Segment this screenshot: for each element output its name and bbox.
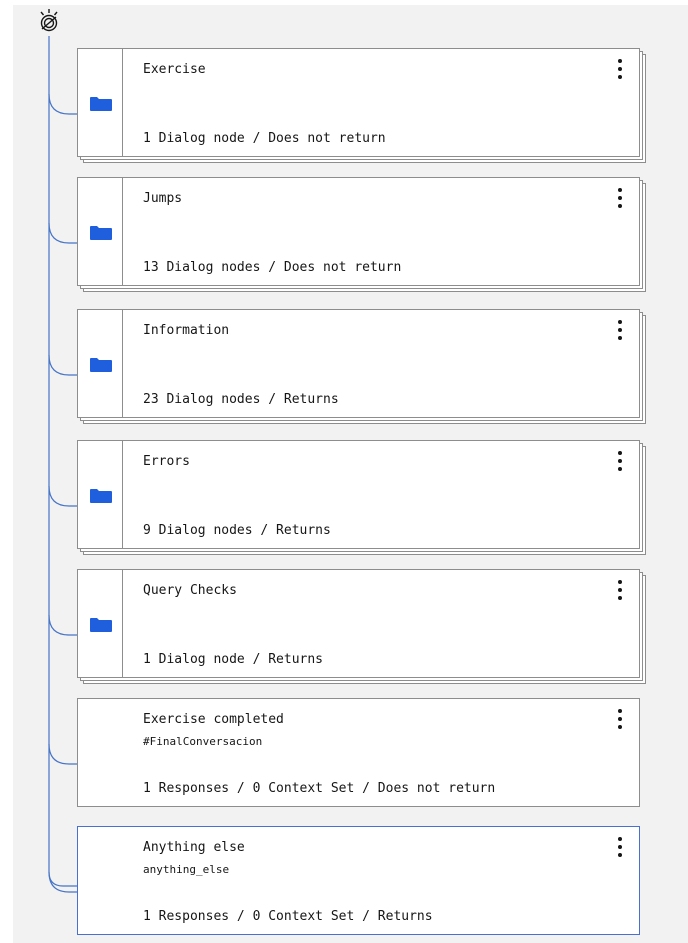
folder-node[interactable]: Query Checks 1 Dialog node / Returns [77,569,646,684]
node-card[interactable]: Errors 9 Dialog nodes / Returns [77,440,640,549]
folder-icon-column [78,570,123,677]
overflow-menu-icon[interactable] [615,188,625,210]
folder-icon[interactable] [90,97,112,111]
node-summary: 9 Dialog nodes / Returns [143,523,331,538]
node-card[interactable]: Exercise 1 Dialog node / Does not return [77,48,640,157]
node-card[interactable]: Jumps 13 Dialog nodes / Does not return [77,177,640,286]
folder-icon[interactable] [90,358,112,372]
menu-dot [618,67,622,71]
menu-dot [618,596,622,600]
node-summary: 1 Dialog node / Does not return [143,131,386,146]
menu-dot [618,320,622,324]
node-title: Errors [143,454,190,469]
node-card[interactable]: Exercise completed #FinalConversacion 1 Re… [77,698,640,807]
overflow-menu-icon[interactable] [615,709,625,731]
overflow-menu-icon[interactable] [615,59,625,81]
folder-icon[interactable] [90,489,112,503]
node-condition: #FinalConversacion [143,735,263,748]
menu-dot [618,451,622,455]
overflow-menu-icon[interactable] [615,451,625,473]
menu-dot [618,845,622,849]
menu-dot [618,188,622,192]
overflow-menu-icon[interactable] [615,320,625,342]
welcome-sun-icon[interactable] [37,8,61,34]
menu-dot [618,717,622,721]
menu-dot [618,336,622,340]
menu-dot [618,328,622,332]
menu-dot [618,709,622,713]
node-title: Anything else [143,840,245,855]
overflow-menu-icon[interactable] [615,580,625,602]
node-summary: 1 Dialog node / Returns [143,652,324,667]
node-card[interactable]: Information 23 Dialog nodes / Returns [77,309,640,418]
folder-node[interactable]: Jumps 13 Dialog nodes / Does not return [77,177,646,292]
folder-node[interactable]: Information 23 Dialog nodes / Returns [77,309,646,424]
menu-dot [618,588,622,592]
node-summary: 23 Dialog nodes / Returns [143,392,339,407]
menu-dot [618,725,622,729]
menu-dot [618,204,622,208]
node-title: Exercise completed [143,712,284,727]
folder-node[interactable]: Exercise 1 Dialog node / Does not return [77,48,646,163]
node-title: Jumps [143,191,183,206]
node-title: Exercise [143,62,206,77]
menu-dot [618,75,622,79]
folder-node[interactable]: Errors 9 Dialog nodes / Returns [77,440,646,555]
node-card[interactable]: Anything else anything_else 1 Responses / … [77,826,640,935]
overflow-menu-icon[interactable] [615,837,625,859]
menu-dot [618,580,622,584]
node-title: Information [143,323,230,338]
folder-icon[interactable] [90,618,112,632]
menu-dot [618,837,622,841]
dialog-node[interactable]: Exercise completed #FinalConversacion 1 Re… [77,698,640,807]
folder-icon-column [78,441,123,548]
node-summary: 1 Responses / 0 Context Set / Does not r… [143,781,496,796]
folder-icon-column [78,49,123,156]
node-summary: 13 Dialog nodes / Does not return [143,260,402,275]
folder-icon-column [78,178,123,285]
folder-icon-column [78,310,123,417]
menu-dot [618,459,622,463]
folder-icon[interactable] [90,226,112,240]
node-summary: 1 Responses / 0 Context Set / Returns [143,909,433,924]
node-condition: anything_else [143,863,230,876]
menu-dot [618,853,622,857]
menu-dot [618,59,622,63]
node-title: Query Checks [143,583,237,598]
node-card[interactable]: Query Checks 1 Dialog node / Returns [77,569,640,678]
menu-dot [618,467,622,471]
menu-dot [618,196,622,200]
dialog-node[interactable]: Anything else anything_else 1 Responses / … [77,826,640,935]
